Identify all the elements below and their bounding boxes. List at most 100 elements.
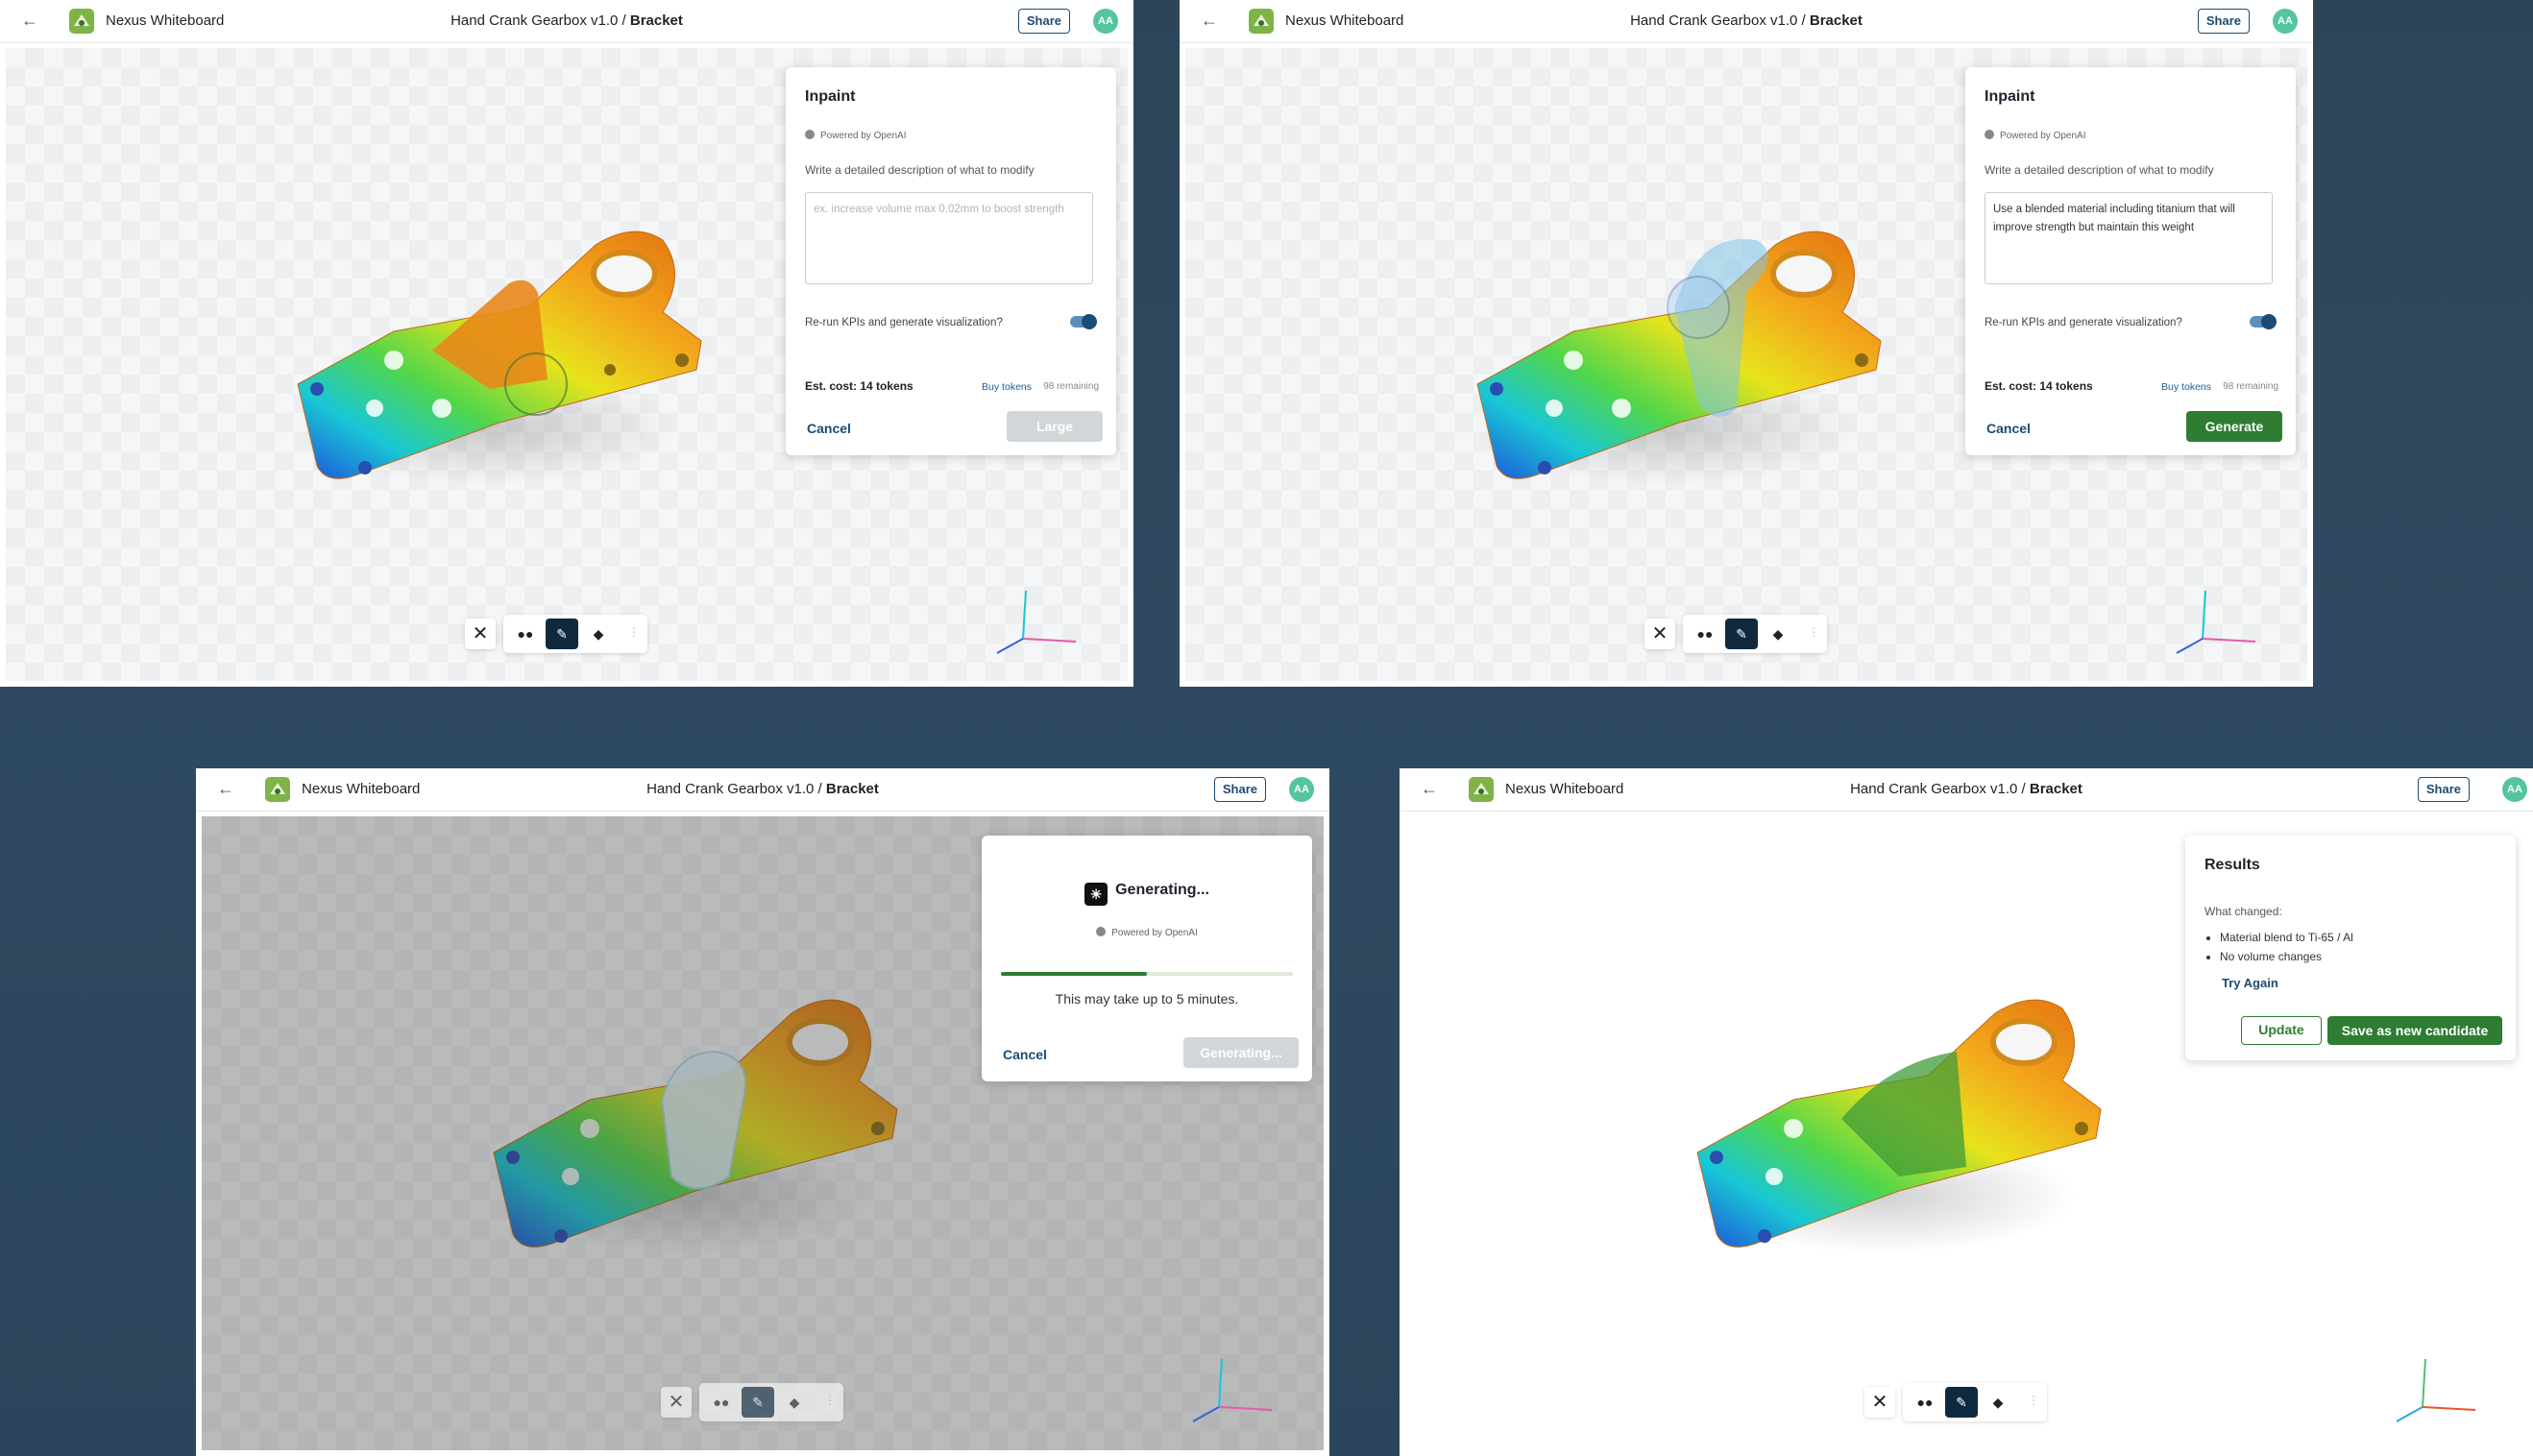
eraser-icon[interactable]: ◆: [582, 619, 615, 649]
progress-track: [1001, 972, 1293, 976]
close-icon[interactable]: ✕: [1864, 1387, 1895, 1418]
brush-size-icon[interactable]: ●●: [1909, 1387, 1941, 1418]
powered-by: Powered by OpenAI: [982, 927, 1312, 938]
brush-size-button[interactable]: Large: [1007, 411, 1103, 442]
window-generating: ← Nexus Whiteboard Hand Crank Gearbox v1…: [196, 768, 1329, 1456]
share-button[interactable]: Share: [1017, 9, 1070, 34]
axis-gizmo: [2176, 590, 2256, 654]
openai-icon: [805, 130, 815, 139]
avatar[interactable]: AA: [2502, 777, 2527, 802]
axis-gizmo: [2396, 1358, 2476, 1422]
generate-button[interactable]: Generate: [2186, 411, 2282, 442]
results-title: Results: [2204, 857, 2260, 873]
top-bar: ← Nexus Whiteboard Hand Crank Gearbox v1…: [196, 768, 1329, 812]
inpaint-card: Inpaint Powered by OpenAI Write a detail…: [1965, 67, 2296, 455]
close-icon[interactable]: ✕: [465, 619, 496, 649]
inpaint-card: Inpaint Powered by OpenAI Write a detail…: [786, 67, 1116, 455]
tokens-remaining: 98 remaining: [1043, 381, 1099, 392]
results-card: Results What changed: Material blend to …: [2185, 836, 2516, 1060]
cancel-button[interactable]: Cancel: [807, 421, 851, 436]
window-inpaint-empty: ← Nexus Whiteboard Hand Crank Gearbox v1…: [0, 0, 1133, 687]
openai-icon: [1985, 130, 1994, 139]
spinner-icon: ✳: [1084, 883, 1108, 906]
rerun-label: Re-run KPIs and generate visualization?: [805, 317, 1003, 328]
cancel-button[interactable]: Cancel: [1003, 1047, 1047, 1062]
avatar[interactable]: AA: [1289, 777, 1314, 802]
tool-group: ●● ✎ ◆ ⋮: [1903, 1383, 2047, 1421]
tokens-remaining: 98 remaining: [2223, 381, 2278, 392]
breadcrumb: Hand Crank Gearbox v1.0 / Bracket: [646, 781, 879, 797]
eraser-icon[interactable]: ◆: [1762, 619, 1794, 649]
avatar[interactable]: AA: [2273, 9, 2298, 34]
share-button[interactable]: Share: [2197, 9, 2250, 34]
est-cost: Est. cost: 14 tokens: [805, 379, 913, 393]
generating-card: ✳ Generating... Powered by OpenAI This ma…: [982, 836, 1312, 1081]
close-icon[interactable]: ✕: [1644, 619, 1675, 649]
breadcrumb-part: Bracket: [2029, 781, 2082, 797]
grip-icon[interactable]: ⋮: [824, 1394, 836, 1407]
brush-size-icon[interactable]: ●●: [1689, 619, 1721, 649]
try-again-link[interactable]: Try Again: [2222, 976, 2278, 990]
axis-gizmo: [996, 590, 1077, 654]
description-textarea[interactable]: ex. increase volume max 0.02mm to boost …: [805, 192, 1093, 284]
description-textarea[interactable]: Use a blended material including titaniu…: [1985, 192, 2273, 284]
instruction-label: Write a detailed description of what to …: [805, 163, 1035, 177]
top-bar: ← Nexus Whiteboard Hand Crank Gearbox v1…: [1400, 768, 2533, 812]
inpaint-title: Inpaint: [1985, 88, 2035, 105]
tool-toolbar: ✕ ●● ✎ ◆ ⋮: [1864, 1383, 2057, 1421]
openai-icon: [1096, 927, 1107, 936]
buy-tokens-link[interactable]: Buy tokens: [982, 381, 1032, 393]
eraser-icon[interactable]: ◆: [778, 1387, 811, 1418]
powered-by: Powered by OpenAI: [1985, 130, 2086, 141]
generating-button[interactable]: Generating...: [1183, 1037, 1299, 1068]
tool-group: ●● ✎ ◆ ⋮: [1683, 615, 1827, 653]
brush-icon[interactable]: ✎: [546, 619, 578, 649]
grip-icon[interactable]: ⋮: [628, 625, 640, 639]
bracket-model[interactable]: [1678, 984, 2130, 1263]
breadcrumb: Hand Crank Gearbox v1.0 / Bracket: [1630, 12, 1863, 29]
breadcrumb-part: Bracket: [1809, 12, 1863, 29]
generating-header: ✳ Generating...: [982, 882, 1312, 906]
brush-icon[interactable]: ✎: [742, 1387, 774, 1418]
wait-note: This may take up to 5 minutes.: [1055, 991, 1239, 1007]
breadcrumb-project[interactable]: Hand Crank Gearbox v1.0: [646, 781, 814, 797]
breadcrumb-project[interactable]: Hand Crank Gearbox v1.0: [451, 12, 618, 29]
rerun-toggle[interactable]: [1070, 314, 1097, 329]
est-cost: Est. cost: 14 tokens: [1985, 379, 2093, 393]
avatar[interactable]: AA: [1093, 9, 1118, 34]
breadcrumb-part: Bracket: [825, 781, 879, 797]
changes-list: Material blend to Ti-65 / Al No volume c…: [2193, 928, 2353, 966]
brush-icon[interactable]: ✎: [1945, 1387, 1978, 1418]
rerun-toggle[interactable]: [2250, 314, 2277, 329]
top-bar: ← Nexus Whiteboard Hand Crank Gearbox v1…: [0, 0, 1133, 43]
grip-icon[interactable]: ⋮: [2028, 1394, 2039, 1407]
breadcrumb-project[interactable]: Hand Crank Gearbox v1.0: [1850, 781, 2017, 797]
share-button[interactable]: Share: [2417, 777, 2470, 802]
bracket-model[interactable]: [1458, 216, 1910, 495]
tool-group: ●● ✎ ◆ ⋮: [503, 615, 647, 653]
brush-icon[interactable]: ✎: [1725, 619, 1758, 649]
what-changed-label: What changed:: [2204, 905, 2282, 918]
save-candidate-button[interactable]: Save as new candidate: [2327, 1016, 2502, 1045]
bracket-model[interactable]: [279, 216, 730, 495]
grip-icon[interactable]: ⋮: [1808, 625, 1819, 639]
breadcrumb-part: Bracket: [629, 12, 683, 29]
tool-toolbar: ✕ ●● ✎ ◆ ⋮: [661, 1383, 853, 1421]
breadcrumb-project[interactable]: Hand Crank Gearbox v1.0: [1630, 12, 1797, 29]
breadcrumb: Hand Crank Gearbox v1.0 / Bracket: [451, 12, 683, 29]
close-icon[interactable]: ✕: [661, 1387, 692, 1418]
update-button[interactable]: Update: [2241, 1016, 2322, 1045]
eraser-icon[interactable]: ◆: [1982, 1387, 2014, 1418]
axis-gizmo: [1192, 1358, 1273, 1422]
top-bar: ← Nexus Whiteboard Hand Crank Gearbox v1…: [1180, 0, 2313, 43]
brush-size-icon[interactable]: ●●: [705, 1387, 738, 1418]
breadcrumb: Hand Crank Gearbox v1.0 / Bracket: [1850, 781, 2082, 797]
share-button[interactable]: Share: [1213, 777, 1266, 802]
buy-tokens-link[interactable]: Buy tokens: [2161, 381, 2211, 393]
tool-toolbar: ✕ ●● ✎ ◆ ⋮: [1644, 615, 1837, 653]
progress-fill: [1001, 972, 1147, 976]
window-results: ← Nexus Whiteboard Hand Crank Gearbox v1…: [1400, 768, 2533, 1456]
cancel-button[interactable]: Cancel: [1986, 421, 2031, 436]
brush-size-icon[interactable]: ●●: [509, 619, 542, 649]
powered-by: Powered by OpenAI: [805, 130, 907, 141]
